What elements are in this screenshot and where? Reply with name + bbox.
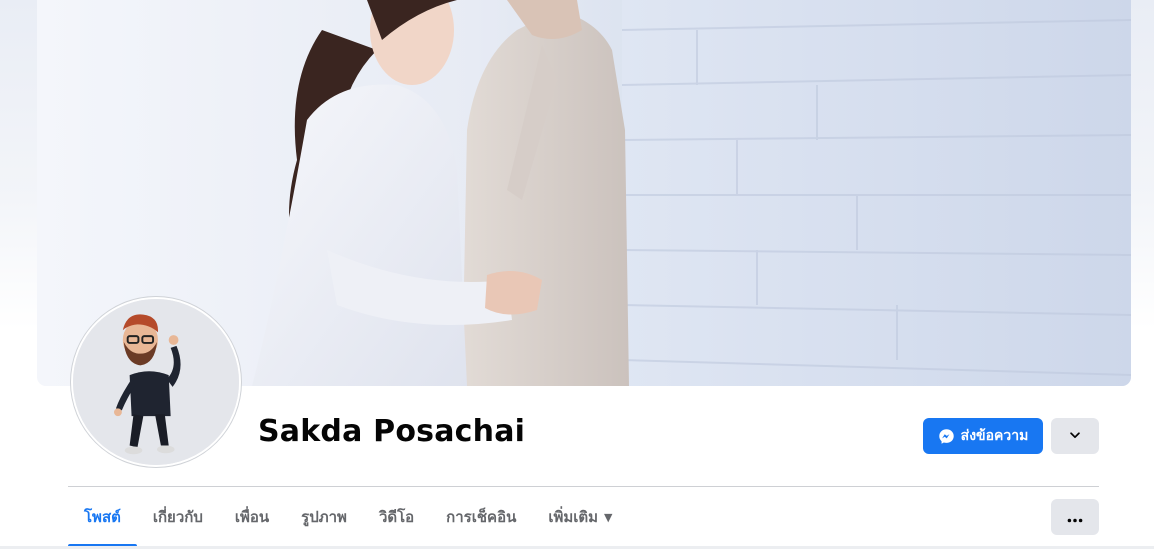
ellipsis-icon <box>1067 508 1083 527</box>
send-message-label: ส่งข้อความ <box>960 428 1029 444</box>
profile-avatar[interactable] <box>71 297 241 467</box>
tab-videos[interactable]: วิดีโอ <box>363 488 430 546</box>
tab-label: เกี่ยวกับ <box>152 508 203 526</box>
tab-check-ins[interactable]: การเช็คอิน <box>430 488 532 546</box>
tab-friends[interactable]: เพื่อน <box>219 488 285 546</box>
tab-more[interactable]: เพิ่มเติม ▼ <box>532 488 628 546</box>
tab-label: รูปภาพ <box>301 508 347 526</box>
chevron-down-icon <box>1068 427 1082 446</box>
messenger-icon <box>938 428 955 445</box>
tab-label: เพิ่มเติม <box>548 508 599 526</box>
tab-about[interactable]: เกี่ยวกับ <box>137 488 219 546</box>
caret-down-icon: ▼ <box>604 510 613 524</box>
avatar-image <box>73 299 239 465</box>
profile-options-dropdown-button[interactable] <box>1051 418 1099 454</box>
profile-name: Sakda Posachai <box>258 414 526 449</box>
header-divider <box>68 486 1099 487</box>
tab-label: โพสต์ <box>84 508 121 526</box>
more-options-button[interactable] <box>1051 499 1099 535</box>
profile-tabs: โพสต์ เกี่ยวกับ เพื่อน รูปภาพ วิดีโอ การ… <box>68 488 628 548</box>
tab-photos[interactable]: รูปภาพ <box>285 488 363 546</box>
tab-label: เพื่อน <box>234 508 270 526</box>
tab-posts[interactable]: โพสต์ <box>68 488 137 547</box>
send-message-button[interactable]: ส่งข้อความ <box>923 418 1043 454</box>
tab-label: วิดีโอ <box>378 508 415 526</box>
tab-label: การเช็คอิน <box>446 508 517 526</box>
